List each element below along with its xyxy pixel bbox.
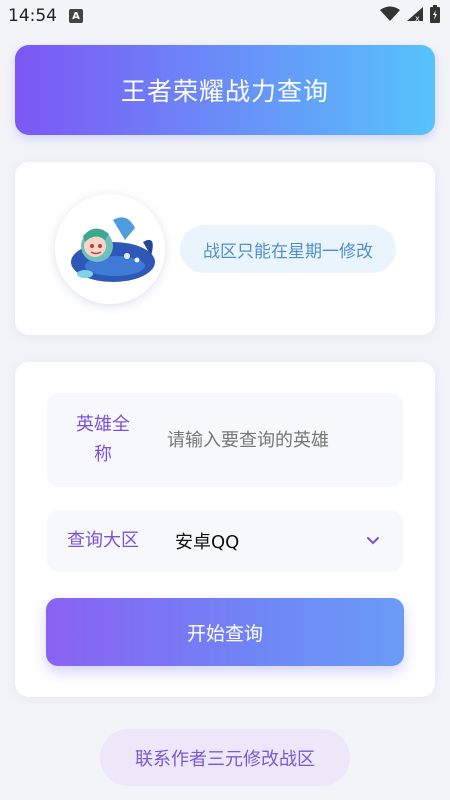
page-title: 王者荣耀战力查询 [120, 77, 329, 106]
contact-author-button[interactable]: 联系作者三元修改战区 [100, 729, 350, 786]
start-query-button[interactable]: 开始查询 [46, 598, 404, 666]
status-bar: 14:54 A x [0, 0, 450, 32]
hero-label: 英雄全称 [76, 414, 130, 465]
profile-card: 战区只能在星期一修改 [15, 162, 435, 335]
hero-name-input[interactable] [137, 429, 403, 451]
notice-badge: 战区只能在星期一修改 [180, 225, 396, 273]
avatar-icon [55, 194, 165, 304]
query-form: 英雄全称 查询大区 安卓QQ 开始查询 [15, 362, 435, 697]
zone-label: 查询大区 [67, 530, 139, 551]
start-query-label: 开始查询 [186, 622, 263, 645]
contact-author-label: 联系作者三元修改战区 [135, 748, 315, 770]
signal-icon: x [406, 6, 424, 26]
wifi-icon [380, 6, 400, 26]
a-icon: A [69, 9, 83, 23]
status-time: 14:54 [8, 6, 57, 26]
status-icons: x [380, 5, 440, 27]
zone-value: 安卓QQ [175, 532, 240, 553]
battery-icon [430, 5, 440, 27]
notice-text: 战区只能在星期一修改 [203, 241, 373, 262]
zone-select[interactable]: 查询大区 安卓QQ [47, 510, 403, 572]
header-banner: 王者荣耀战力查询 [15, 45, 435, 135]
hero-field: 英雄全称 [47, 393, 403, 487]
svg-text:x: x [415, 14, 420, 22]
chevron-down-icon[interactable] [353, 536, 393, 546]
avatar [55, 194, 165, 304]
